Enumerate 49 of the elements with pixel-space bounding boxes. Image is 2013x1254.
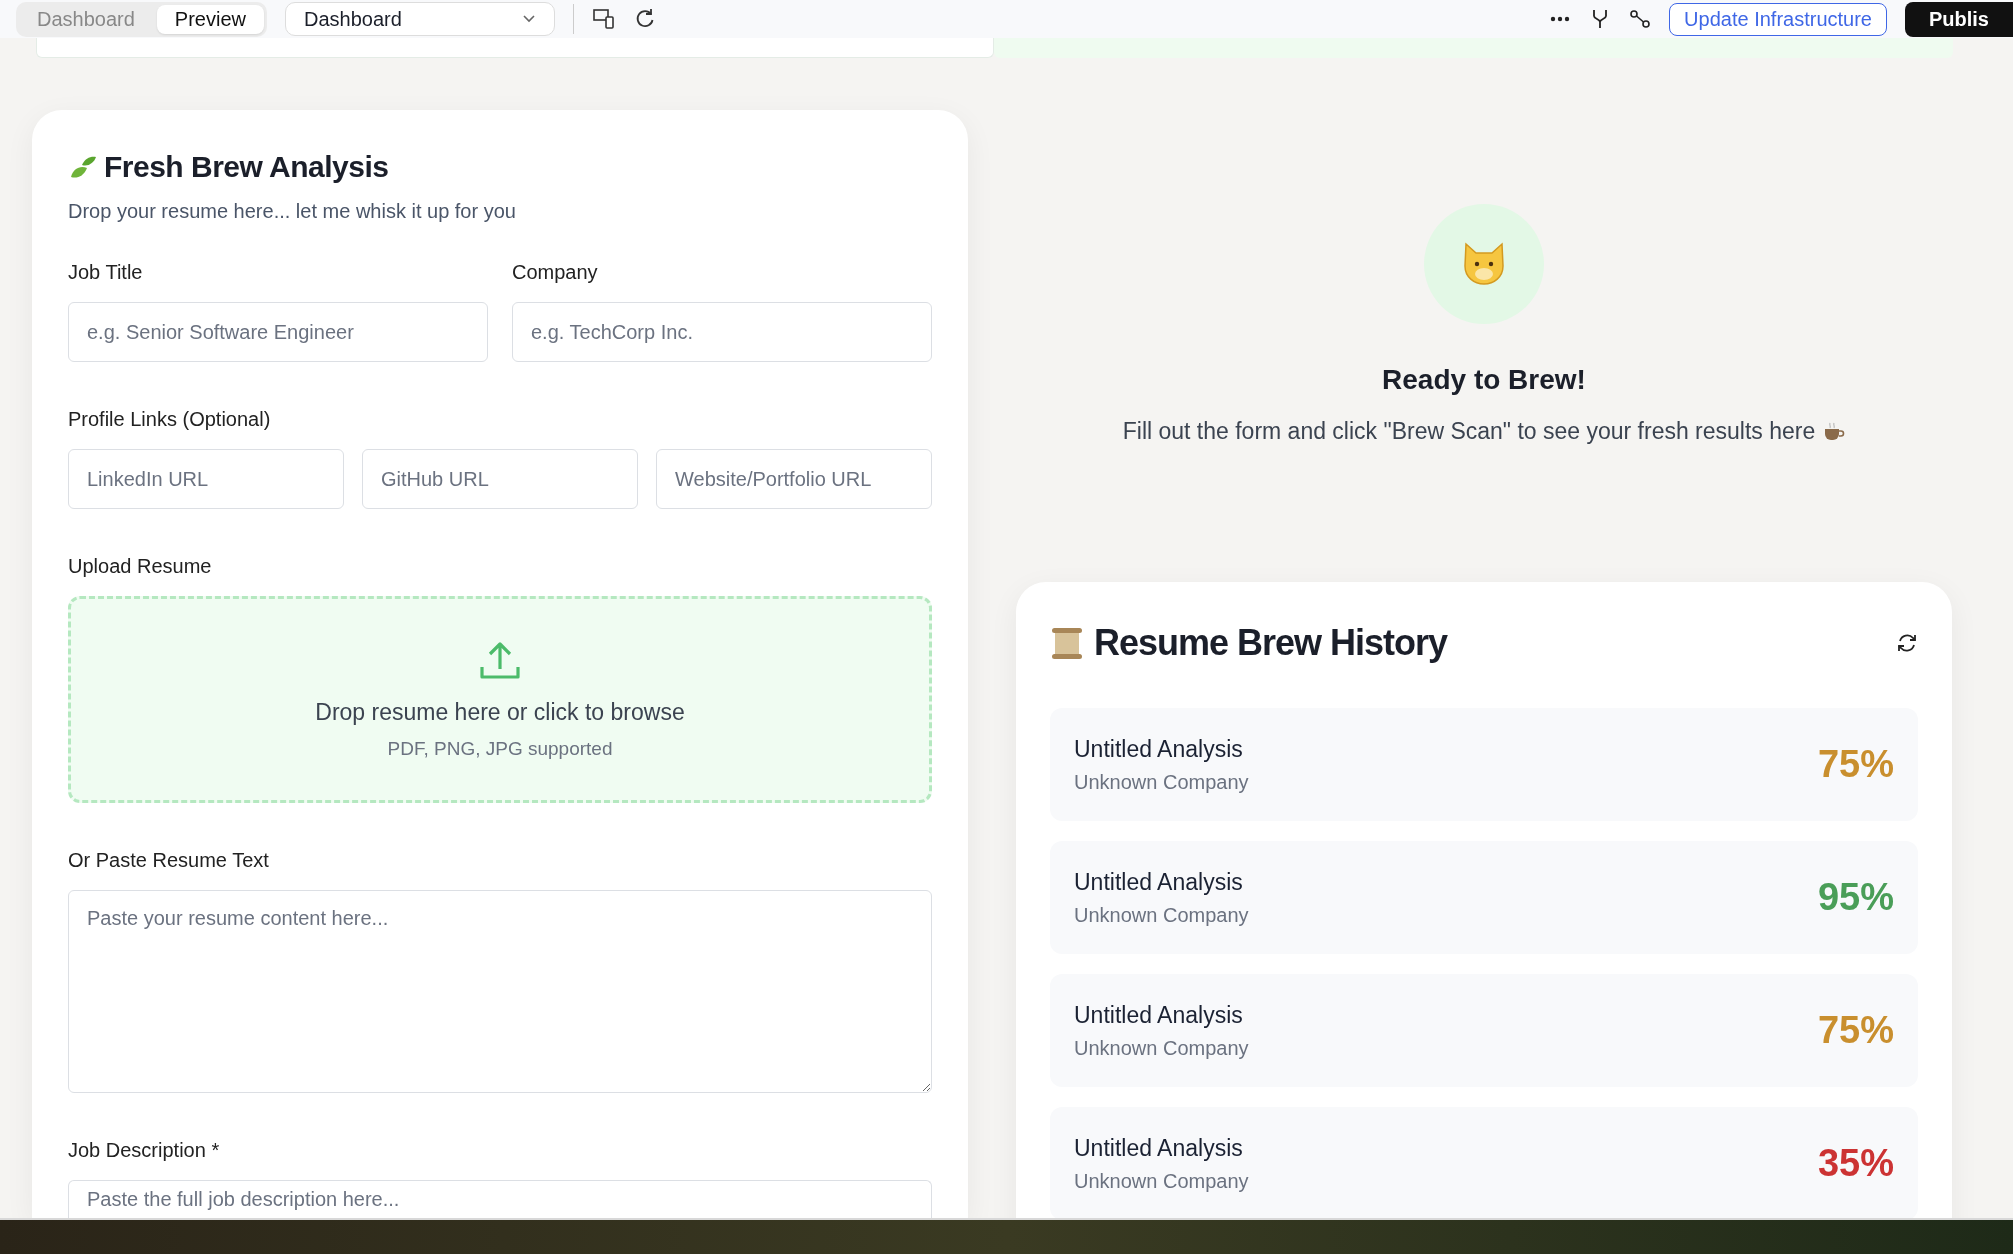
page-select[interactable]: Dashboard [285, 2, 555, 36]
text-input[interactable]: e.g. Senior Software Engineer [68, 302, 488, 362]
refresh-icon[interactable] [1896, 632, 1918, 654]
scroll-icon [1050, 626, 1084, 660]
upload-dropzone[interactable]: Drop resume here or click to browse PDF, PNG, JPG supported [68, 596, 932, 803]
field-label: Job Description * [68, 1139, 221, 1162]
item-company: Unknown Company [1074, 770, 1250, 794]
url-input[interactable]: GitHub URL [362, 449, 638, 509]
item-company: Unknown Company [1074, 1169, 1250, 1193]
publish-button[interactable]: Publis [1905, 1, 2013, 37]
devices-icon[interactable] [592, 8, 616, 30]
field-label: Company [512, 261, 599, 284]
url-input[interactable]: LinkedIn URL [68, 449, 344, 509]
item-company: Unknown Company [1074, 903, 1250, 927]
update-button[interactable]: Update Infrastructure [1669, 2, 1887, 36]
score-value: 95% [1817, 876, 1894, 919]
history-item[interactable]: Untitled Analysis Unknown Company 95% [1050, 841, 1918, 954]
text-input[interactable]: e.g. TechCorp Inc. [512, 302, 932, 362]
item-title: Untitled Analysis [1074, 868, 1244, 896]
card-subtitle: Drop your resume here... let me whisk it up for you [68, 200, 517, 223]
score-value: 75% [1817, 1009, 1894, 1052]
resume-textarea[interactable]: Paste your resume content here... [68, 889, 932, 1093]
view-tab[interactable]: Preview [156, 4, 264, 34]
score-value: 35% [1817, 1142, 1894, 1185]
history-item[interactable]: Untitled Analysis Unknown Company 75% [1050, 974, 1918, 1087]
coffee-icon [1823, 421, 1846, 442]
field-label: Profile Links (Optional) [68, 408, 272, 431]
item-title: Untitled Analysis [1074, 1001, 1244, 1029]
item-company: Unknown Company [1074, 1036, 1250, 1060]
field-label: Upload Resume [68, 555, 213, 578]
history-item[interactable]: Untitled Analysis Unknown Company 35% [1050, 1107, 1918, 1218]
history-item[interactable]: Untitled Analysis Unknown Company 75% [1050, 708, 1918, 821]
share-icon[interactable] [1629, 8, 1652, 30]
item-title: Untitled Analysis [1074, 735, 1244, 763]
history-title: Resume Brew History [1094, 622, 1448, 664]
field-label: Or Paste Resume Text [68, 848, 270, 872]
card-title: Fresh Brew Analysis [104, 150, 389, 184]
score-value: 75% [1817, 743, 1894, 786]
url-input[interactable]: Website/Portfolio URL [656, 449, 932, 509]
item-title: Untitled Analysis [1074, 1134, 1244, 1162]
upload-text: Drop resume here or click to browse [315, 698, 685, 726]
ready-title: Ready to Brew! [1382, 364, 1586, 396]
job-description-input[interactable]: Paste the full job description here... [68, 1180, 932, 1218]
more-icon[interactable] [1549, 15, 1572, 23]
caret-icon [522, 14, 536, 24]
field-label: Job Title [68, 261, 144, 284]
refresh-icon[interactable] [634, 8, 656, 30]
upload-hint: PDF, PNG, JPG supported [387, 737, 613, 760]
ready-text: Fill out the form and click "Brew Scan" to see your fresh results here [1122, 418, 1816, 445]
